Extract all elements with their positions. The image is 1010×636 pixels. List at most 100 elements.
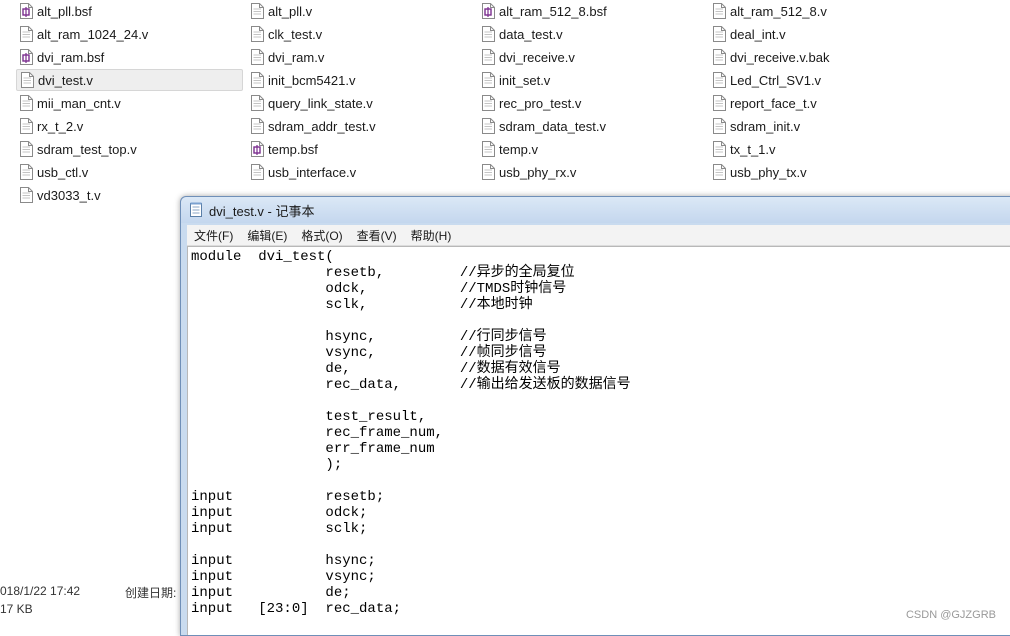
text-file-icon <box>20 141 33 157</box>
file-name: clk_test.v <box>268 26 323 42</box>
file-item[interactable]: data_test.v <box>478 23 563 45</box>
file-name: init_bcm5421.v <box>268 72 356 88</box>
menu-edit[interactable]: 编辑(E) <box>240 227 294 244</box>
file-item[interactable]: temp.bsf <box>247 138 318 160</box>
bsf-file-icon <box>20 3 33 19</box>
file-item[interactable]: deal_int.v <box>709 23 786 45</box>
file-item[interactable]: dvi_test.v <box>16 69 243 91</box>
file-item[interactable]: report_face_t.v <box>709 92 817 114</box>
file-item[interactable]: clk_test.v <box>247 23 322 45</box>
text-file-icon <box>20 187 33 203</box>
file-item[interactable]: usb_ctl.v <box>16 161 88 183</box>
file-item[interactable]: usb_phy_tx.v <box>709 161 807 183</box>
file-list: alt_pll.bsf alt_pll.v alt_ram_512_8.bsf alt… <box>0 0 1010 210</box>
file-item[interactable]: sdram_init.v <box>709 115 800 137</box>
file-item[interactable]: sdram_data_test.v <box>478 115 606 137</box>
file-item[interactable]: Led_Ctrl_SV1.v <box>709 69 821 91</box>
text-file-icon <box>482 26 495 42</box>
editor-content[interactable]: module dvi_test( resetb, //异步的全局复位 odck,… <box>188 247 1010 617</box>
file-name: usb_phy_tx.v <box>730 164 807 180</box>
watermark: CSDN @GJZGRB <box>905 609 996 621</box>
text-file-icon <box>21 72 34 88</box>
text-file-icon <box>482 95 495 111</box>
file-name: tx_t_1.v <box>730 141 776 157</box>
file-name: alt_ram_1024_24.v <box>37 26 149 42</box>
text-file-icon <box>20 26 33 42</box>
text-file-icon <box>20 164 33 180</box>
bsf-file-icon <box>251 141 264 157</box>
file-name: dvi_receive.v <box>499 49 575 65</box>
text-file-icon <box>20 95 33 111</box>
text-file-icon <box>251 26 264 42</box>
file-item[interactable]: alt_ram_512_8.v <box>709 0 827 22</box>
file-item[interactable]: sdram_test_top.v <box>16 138 137 160</box>
file-name: rec_pro_test.v <box>499 95 582 111</box>
file-item[interactable]: usb_interface.v <box>247 161 356 183</box>
file-name: dvi_receive.v.bak <box>730 49 830 65</box>
file-name: dvi_ram.v <box>268 49 325 65</box>
text-file-icon <box>713 141 726 157</box>
file-item[interactable]: temp.v <box>478 138 538 160</box>
text-file-icon <box>251 3 264 19</box>
text-file-icon <box>713 72 726 88</box>
file-item[interactable]: vd3033_t.v <box>16 184 101 206</box>
file-name: rx_t_2.v <box>37 118 84 134</box>
window-title: dvi_test.v - 记事本 <box>209 203 315 219</box>
file-name: temp.bsf <box>268 141 318 157</box>
file-item[interactable]: alt_pll.bsf <box>16 0 92 22</box>
file-item[interactable]: alt_pll.v <box>247 0 312 22</box>
file-name: usb_interface.v <box>268 164 357 180</box>
file-item[interactable]: mii_man_cnt.v <box>16 92 121 114</box>
menu-format[interactable]: 格式(O) <box>294 227 349 244</box>
file-item[interactable]: alt_ram_512_8.bsf <box>478 0 607 22</box>
detail-created-label: 创建日期: <box>125 586 177 600</box>
file-name: dvi_test.v <box>38 72 93 88</box>
file-item[interactable]: dvi_ram.bsf <box>16 46 104 68</box>
bsf-file-icon <box>20 49 33 65</box>
file-item[interactable]: alt_ram_1024_24.v <box>16 23 148 45</box>
file-item[interactable]: query_link_state.v <box>247 92 373 114</box>
file-item[interactable]: rec_pro_test.v <box>478 92 581 114</box>
file-name: sdram_test_top.v <box>37 141 137 157</box>
menu-view[interactable]: 查看(V) <box>350 227 404 244</box>
file-item[interactable]: dvi_receive.v <box>478 46 575 68</box>
file-name: data_test.v <box>499 26 563 42</box>
file-name: alt_ram_512_8.v <box>730 3 827 19</box>
text-file-icon <box>251 118 264 134</box>
file-item[interactable]: init_set.v <box>478 69 550 91</box>
file-name: alt_ram_512_8.bsf <box>499 3 607 19</box>
text-file-icon <box>713 95 726 111</box>
text-file-icon <box>20 118 33 134</box>
file-name: usb_ctl.v <box>37 164 89 180</box>
file-name: dvi_ram.bsf <box>37 49 105 65</box>
file-name: sdram_data_test.v <box>499 118 606 134</box>
text-editor-area[interactable]: module dvi_test( resetb, //异步的全局复位 odck,… <box>187 246 1010 635</box>
file-item[interactable]: dvi_receive.v.bak <box>709 46 829 68</box>
notepad-window: dvi_test.v - 记事本 文件(F) 编辑(E) 格式(O) 查看(V) 帮助(… <box>180 196 1010 636</box>
text-file-icon <box>482 72 495 88</box>
text-file-icon <box>713 3 726 19</box>
file-name: temp.v <box>499 141 539 157</box>
file-item[interactable]: rx_t_2.v <box>16 115 83 137</box>
file-name: init_set.v <box>499 72 551 88</box>
file-item[interactable]: usb_phy_rx.v <box>478 161 576 183</box>
file-item[interactable]: dvi_ram.v <box>247 46 324 68</box>
text-file-icon <box>251 72 264 88</box>
file-item[interactable]: init_bcm5421.v <box>247 69 355 91</box>
detail-file-size: 17 KB <box>0 602 33 616</box>
file-item[interactable]: sdram_addr_test.v <box>247 115 376 137</box>
file-name: query_link_state.v <box>268 95 373 111</box>
file-name: Led_Ctrl_SV1.v <box>730 72 822 88</box>
file-item[interactable]: tx_t_1.v <box>709 138 776 160</box>
menu-bar: 文件(F) 编辑(E) 格式(O) 查看(V) 帮助(H) <box>187 225 1010 246</box>
menu-help[interactable]: 帮助(H) <box>404 227 459 244</box>
text-file-icon <box>251 164 264 180</box>
text-file-icon <box>713 49 726 65</box>
file-name: sdram_addr_test.v <box>268 118 376 134</box>
title-bar[interactable]: dvi_test.v - 记事本 <box>181 197 1010 223</box>
text-file-icon <box>482 141 495 157</box>
menu-file[interactable]: 文件(F) <box>187 227 240 244</box>
detail-modified-date: 018/1/22 17:42 <box>0 584 81 598</box>
file-name: sdram_init.v <box>730 118 801 134</box>
text-file-icon <box>713 164 726 180</box>
